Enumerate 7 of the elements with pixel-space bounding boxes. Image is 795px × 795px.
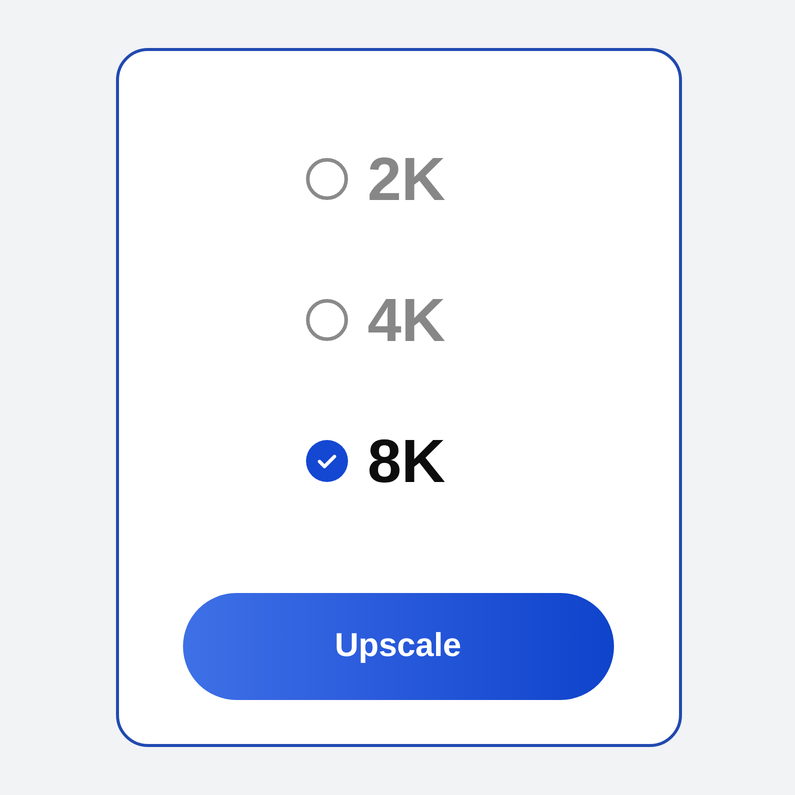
resolution-option[interactable]: 2K <box>306 144 446 214</box>
resolution-option[interactable]: 8K <box>306 426 446 496</box>
radio-icon[interactable] <box>306 158 348 200</box>
checked-radio-icon[interactable] <box>306 440 348 482</box>
upscale-button[interactable]: Upscale <box>182 593 614 700</box>
radio-icon[interactable] <box>306 299 348 341</box>
resolution-option[interactable]: 4K <box>306 285 446 355</box>
